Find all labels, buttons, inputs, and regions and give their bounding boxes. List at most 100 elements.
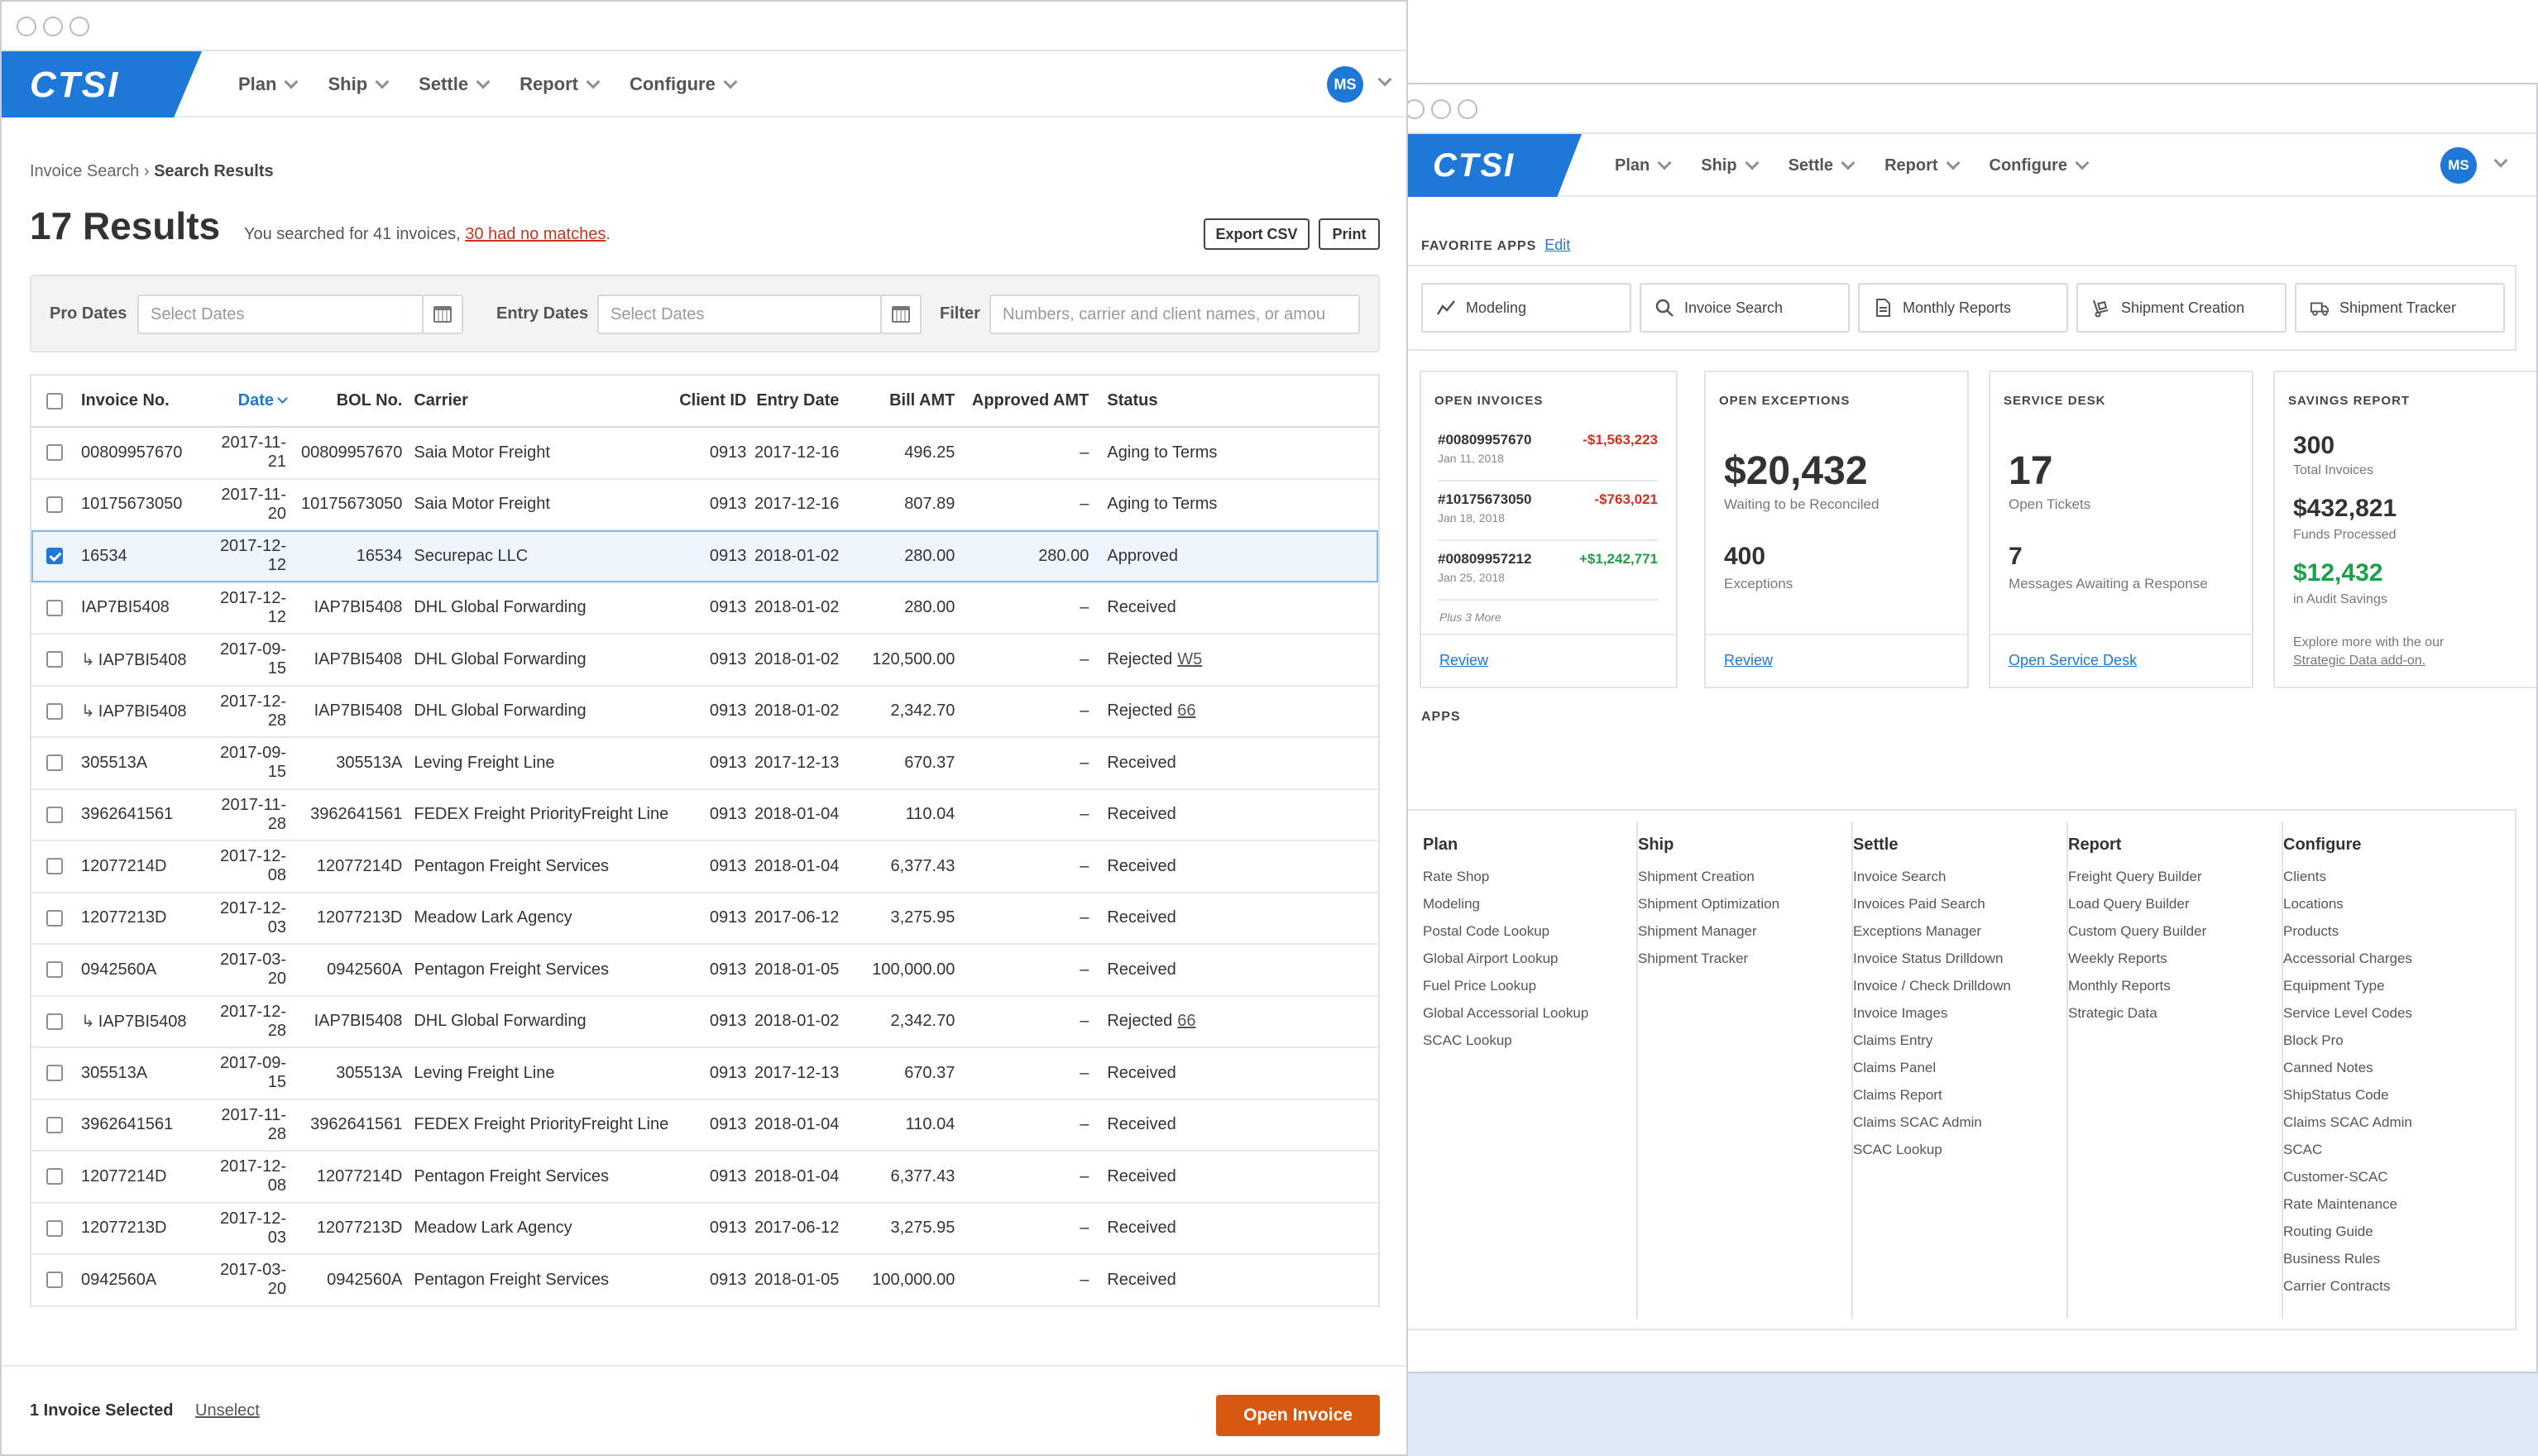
row-checkbox[interactable] <box>46 444 63 462</box>
app-link[interactable]: Products <box>2283 917 2498 945</box>
app-link[interactable]: Equipment Type <box>2283 972 2498 999</box>
favorites-edit-link[interactable]: Edit <box>1544 237 1570 253</box>
column-status[interactable]: Status <box>1105 376 1378 428</box>
app-link[interactable]: Shipment Manager <box>1638 917 1851 945</box>
app-link[interactable]: SCAC Lookup <box>1423 1027 1636 1054</box>
chevron-down-icon[interactable] <box>2493 153 2508 168</box>
table-row[interactable]: 305513A 2017-09-15 305513A Leving Freight L… <box>31 1047 1378 1100</box>
app-link[interactable]: Clients <box>2283 863 2498 890</box>
row-checkbox[interactable] <box>46 961 63 979</box>
row-checkbox[interactable] <box>46 496 63 513</box>
rejection-code-link[interactable]: 66 <box>1177 1012 1195 1030</box>
nav-report[interactable]: Report <box>1884 156 1961 175</box>
open-invoice-item[interactable]: #10175673050 Jan 18, 2018 -$763,021 <box>1438 483 1658 541</box>
app-link[interactable]: Global Airport Lookup <box>1423 945 1636 972</box>
column-bol-no[interactable]: BOL No. <box>301 376 414 428</box>
breadcrumb-parent-link[interactable]: Invoice Search <box>30 162 139 180</box>
nav-plan[interactable]: Plan <box>238 74 299 95</box>
open-invoice-item[interactable]: #00809957212 Jan 25, 2018 +$1,242,771 <box>1438 543 1658 601</box>
window-zoom-button[interactable] <box>1458 99 1477 119</box>
column-entry-date[interactable]: Entry Date <box>746 376 850 428</box>
nav-configure[interactable]: Configure <box>630 74 738 95</box>
app-link[interactable]: Customer-SCAC <box>2283 1163 2498 1190</box>
app-link[interactable]: Rate Maintenance <box>2283 1190 2498 1218</box>
row-checkbox[interactable] <box>46 806 63 823</box>
column-date[interactable]: Date <box>212 376 301 428</box>
app-link[interactable]: Canned Notes <box>2283 1054 2498 1081</box>
app-link[interactable]: Claims Panel <box>1853 1054 2066 1081</box>
column-invoice-no[interactable]: Invoice No. <box>81 376 212 428</box>
window-minimize-button[interactable] <box>43 17 63 36</box>
chevron-down-icon[interactable] <box>1377 72 1392 87</box>
app-link[interactable]: Custom Query Builder <box>2068 917 2282 945</box>
pro-dates-calendar-button[interactable] <box>422 295 463 334</box>
app-link[interactable]: Rate Shop <box>1423 863 1636 890</box>
app-link[interactable]: Strategic Data <box>2068 999 2282 1027</box>
row-checkbox[interactable] <box>46 651 63 668</box>
app-link[interactable]: Weekly Reports <box>2068 945 2282 972</box>
app-link[interactable]: Invoice Status Drilldown <box>1853 945 2066 972</box>
export-csv-button[interactable]: Export CSV <box>1204 218 1310 250</box>
app-link[interactable]: Freight Query Builder <box>2068 863 2282 890</box>
row-checkbox[interactable] <box>46 1013 63 1030</box>
table-row[interactable]: 0942560A 2017-03-20 0942560A Pentagon Freig… <box>31 1254 1378 1307</box>
app-link[interactable]: Carrier Contracts <box>2283 1272 2498 1300</box>
favorite-invoice-search[interactable]: Invoice Search <box>1640 283 1850 333</box>
open-invoice-button[interactable]: Open Invoice <box>1216 1395 1380 1436</box>
pro-dates-input[interactable]: Select Dates <box>137 295 424 334</box>
entry-dates-input[interactable]: Select Dates <box>597 295 882 334</box>
filter-input[interactable]: Numbers, carrier and client names, or am… <box>989 295 1360 334</box>
table-row[interactable]: 3962641561 2017-11-28 3962641561 FEDEX Frei… <box>31 788 1378 841</box>
column-carrier[interactable]: Carrier <box>414 376 679 428</box>
open-service-desk-link[interactable]: Open Service Desk <box>2009 652 2137 669</box>
strategic-data-link[interactable]: Strategic Data add-on. <box>2293 654 2425 668</box>
app-link[interactable]: Global Accessorial Lookup <box>1423 999 1636 1027</box>
logo[interactable]: CTSI <box>1406 134 1582 197</box>
window-close-button[interactable] <box>1406 99 1425 119</box>
row-checkbox[interactable] <box>46 1116 63 1133</box>
column-approved-amt[interactable]: Approved AMT <box>971 376 1106 428</box>
nav-ship[interactable]: Ship <box>1701 156 1760 175</box>
app-link[interactable]: Shipment Creation <box>1638 863 1851 890</box>
rejection-code-link[interactable]: W5 <box>1177 650 1202 668</box>
column-bill-amt[interactable]: Bill AMT <box>849 376 972 428</box>
favorite-monthly-reports[interactable]: Monthly Reports <box>1858 283 2068 333</box>
nav-settle[interactable]: Settle <box>419 74 491 95</box>
open-invoice-item[interactable]: #00809957670 Jan 11, 2018 -$1,563,223 <box>1438 424 1658 481</box>
row-checkbox[interactable] <box>46 754 63 772</box>
app-link[interactable]: Routing Guide <box>2283 1218 2498 1245</box>
select-all-checkbox[interactable] <box>46 392 63 410</box>
table-row[interactable]: ↳ IAP7BI5408 2017-12-28 IAP7BI5408 DHL Globa… <box>31 995 1378 1048</box>
review-invoices-link[interactable]: Review <box>1439 652 1488 669</box>
app-link[interactable]: Invoices Paid Search <box>1853 890 2066 917</box>
app-link[interactable]: Claims Entry <box>1853 1027 2066 1054</box>
app-link[interactable]: Invoice Search <box>1853 863 2066 890</box>
favorite-shipment-creation[interactable]: Shipment Creation <box>2076 283 2287 333</box>
app-link[interactable]: SCAC Lookup <box>1853 1136 2066 1163</box>
table-row[interactable]: ↳ IAP7BI5408 2017-12-28 IAP7BI5408 DHL Globa… <box>31 685 1378 738</box>
favorite-modeling[interactable]: Modeling <box>1421 283 1631 333</box>
window-zoom-button[interactable] <box>69 17 89 36</box>
row-checkbox[interactable] <box>46 1272 63 1289</box>
row-checkbox[interactable] <box>46 548 63 565</box>
app-link[interactable]: Shipment Optimization <box>1638 890 1851 917</box>
app-link[interactable]: Invoice Images <box>1853 999 2066 1027</box>
app-link[interactable]: Exceptions Manager <box>1853 917 2066 945</box>
nav-configure[interactable]: Configure <box>1990 156 2090 175</box>
rejection-code-link[interactable]: 66 <box>1177 702 1195 720</box>
nav-settle[interactable]: Settle <box>1789 156 1856 175</box>
avatar[interactable]: MS <box>2440 147 2477 184</box>
logo[interactable]: CTSI <box>2 51 202 117</box>
app-link[interactable]: Monthly Reports <box>2068 972 2282 999</box>
app-link[interactable]: Service Level Codes <box>2283 999 2498 1027</box>
column-client-id[interactable]: Client ID <box>678 376 747 428</box>
app-link[interactable]: Invoice / Check Drilldown <box>1853 972 2066 999</box>
row-checkbox[interactable] <box>46 1065 63 1082</box>
table-row[interactable]: ↳ IAP7BI5408 2017-09-15 IAP7BI5408 DHL Globa… <box>31 634 1378 687</box>
unselect-link[interactable]: Unselect <box>195 1401 260 1420</box>
window-minimize-button[interactable] <box>1431 99 1451 119</box>
app-link[interactable]: Modeling <box>1423 890 1636 917</box>
window-close-button[interactable] <box>17 17 36 36</box>
table-row[interactable]: 12077214D 2017-12-08 12077214D Pentagon Fre… <box>31 1151 1378 1204</box>
table-row[interactable]: 305513A 2017-09-15 305513A Leving Freight L… <box>31 737 1378 790</box>
